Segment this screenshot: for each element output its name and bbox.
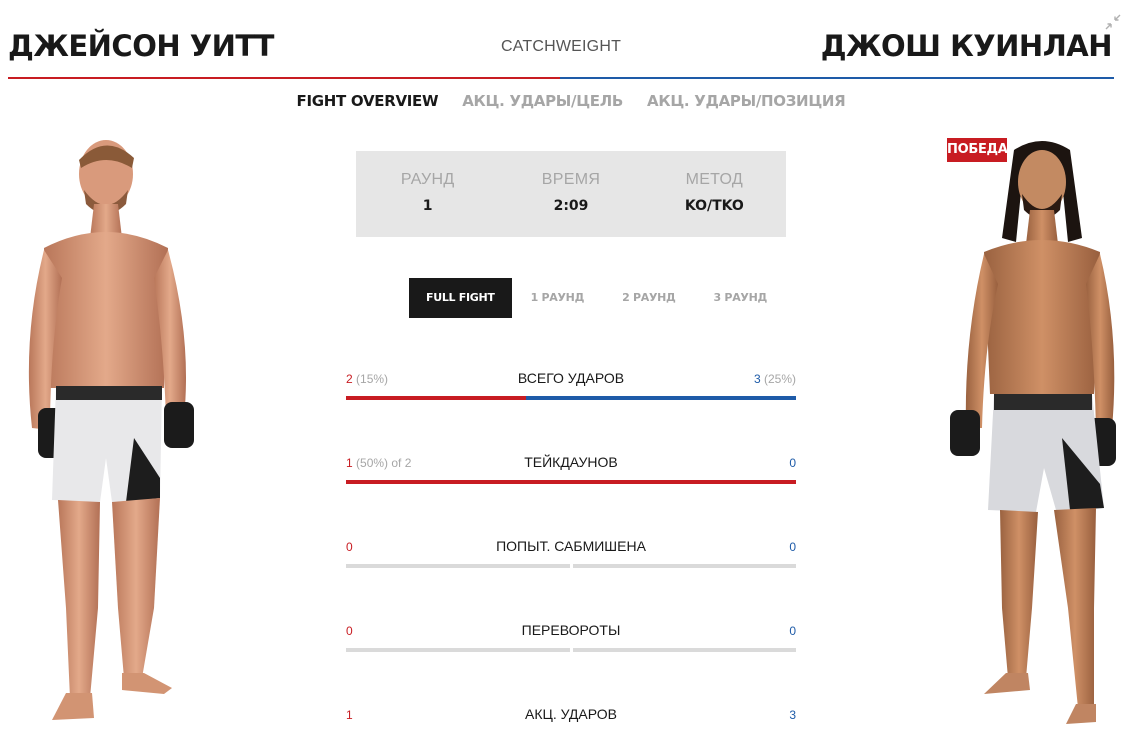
blue-stat-value: 0	[789, 540, 796, 554]
blue-stat-number: 0	[789, 540, 796, 554]
blue-stat-extra: (25%)	[760, 372, 796, 386]
tab-strikes-target[interactable]: АКЦ. УДАРЫ/ЦЕЛЬ	[462, 92, 623, 110]
tab-fight-overview[interactable]: FIGHT OVERVIEW	[297, 92, 439, 110]
method-label: МЕТОД	[685, 171, 744, 188]
time-label: ВРЕМЯ	[541, 171, 601, 188]
blue-stat-value: 0	[789, 456, 796, 470]
result-method: МЕТОД KO/TKO	[643, 151, 786, 237]
stat-title: АКЦ. УДАРОВ	[525, 706, 617, 722]
round-value: 1	[422, 198, 433, 214]
stat-row: 2 (15%) ВСЕГО УДАРОВ 3 (25%)	[346, 370, 796, 412]
blue-fighter-name: ДЖОШ КУИНЛАН	[820, 29, 1113, 63]
blue-divider	[560, 77, 1114, 79]
red-divider	[8, 77, 560, 79]
blue-fighter-photo	[950, 141, 1116, 724]
bar-empty-left	[346, 564, 570, 568]
tab-strikes-position[interactable]: АКЦ. УДАРЫ/ПОЗИЦИЯ	[647, 92, 846, 110]
blue-stat-value: 3 (25%)	[754, 372, 796, 386]
stat-row: 1 (50%) of 2 ТЕЙКДАУНОВ 0	[346, 454, 796, 496]
result-time: ВРЕМЯ 2:09	[499, 151, 642, 237]
stats-tabs: FIGHT OVERVIEW АКЦ. УДАРЫ/ЦЕЛЬ АКЦ. УДАР…	[0, 92, 1132, 110]
stat-bar	[346, 396, 796, 400]
round-tabs: FULL FIGHT 1 РАУНД 2 РАУНД 3 РАУНД	[409, 278, 786, 318]
stat-row: 1 АКЦ. УДАРОВ 3	[346, 706, 796, 729]
stat-bar	[346, 564, 796, 568]
bar-red	[346, 396, 526, 400]
stat-row: 0 ПОПЫТ. САБМИШЕНА 0	[346, 538, 796, 580]
bar-empty-right	[572, 648, 796, 652]
stat-title: ВСЕГО УДАРОВ	[517, 370, 625, 386]
blue-stat-number: 3	[789, 708, 796, 722]
blue-stat-number: 0	[789, 456, 796, 470]
stat-row: 0 ПЕРЕВОРОТЫ 0	[346, 622, 796, 664]
red-fighter-photo	[28, 140, 194, 720]
stat-bar	[346, 648, 796, 652]
round-label: РАУНД	[400, 171, 455, 188]
collapse-icon[interactable]	[1103, 12, 1123, 32]
blue-stat-value: 0	[789, 624, 796, 638]
stat-title: ТЕЙКДАУНОВ	[524, 454, 618, 470]
blue-stat-number: 3	[753, 372, 761, 386]
round-tab-3[interactable]: 3 РАУНД	[695, 278, 786, 318]
bar-blue	[526, 396, 796, 400]
round-tab-2[interactable]: 2 РАУНД	[603, 278, 694, 318]
round-tab-full-fight[interactable]: FULL FIGHT	[409, 278, 512, 318]
time-value: 2:09	[553, 198, 589, 214]
blue-stat-number: 0	[789, 624, 796, 638]
bar-red	[346, 480, 796, 484]
result-round: РАУНД 1	[356, 151, 499, 237]
bar-empty-right	[572, 564, 796, 568]
blue-stat-value: 3	[789, 708, 796, 722]
method-value: KO/TKO	[684, 198, 744, 214]
stat-title: ПЕРЕВОРОТЫ	[521, 622, 621, 638]
stat-title: ПОПЫТ. САБМИШЕНА	[496, 538, 646, 554]
winner-badge: ПОБЕДА	[947, 138, 1008, 162]
result-summary: РАУНД 1 ВРЕМЯ 2:09 МЕТОД KO/TKO	[356, 151, 786, 237]
round-tab-1[interactable]: 1 РАУНД	[512, 278, 603, 318]
stat-bar	[346, 480, 796, 484]
bar-empty-left	[346, 648, 570, 652]
